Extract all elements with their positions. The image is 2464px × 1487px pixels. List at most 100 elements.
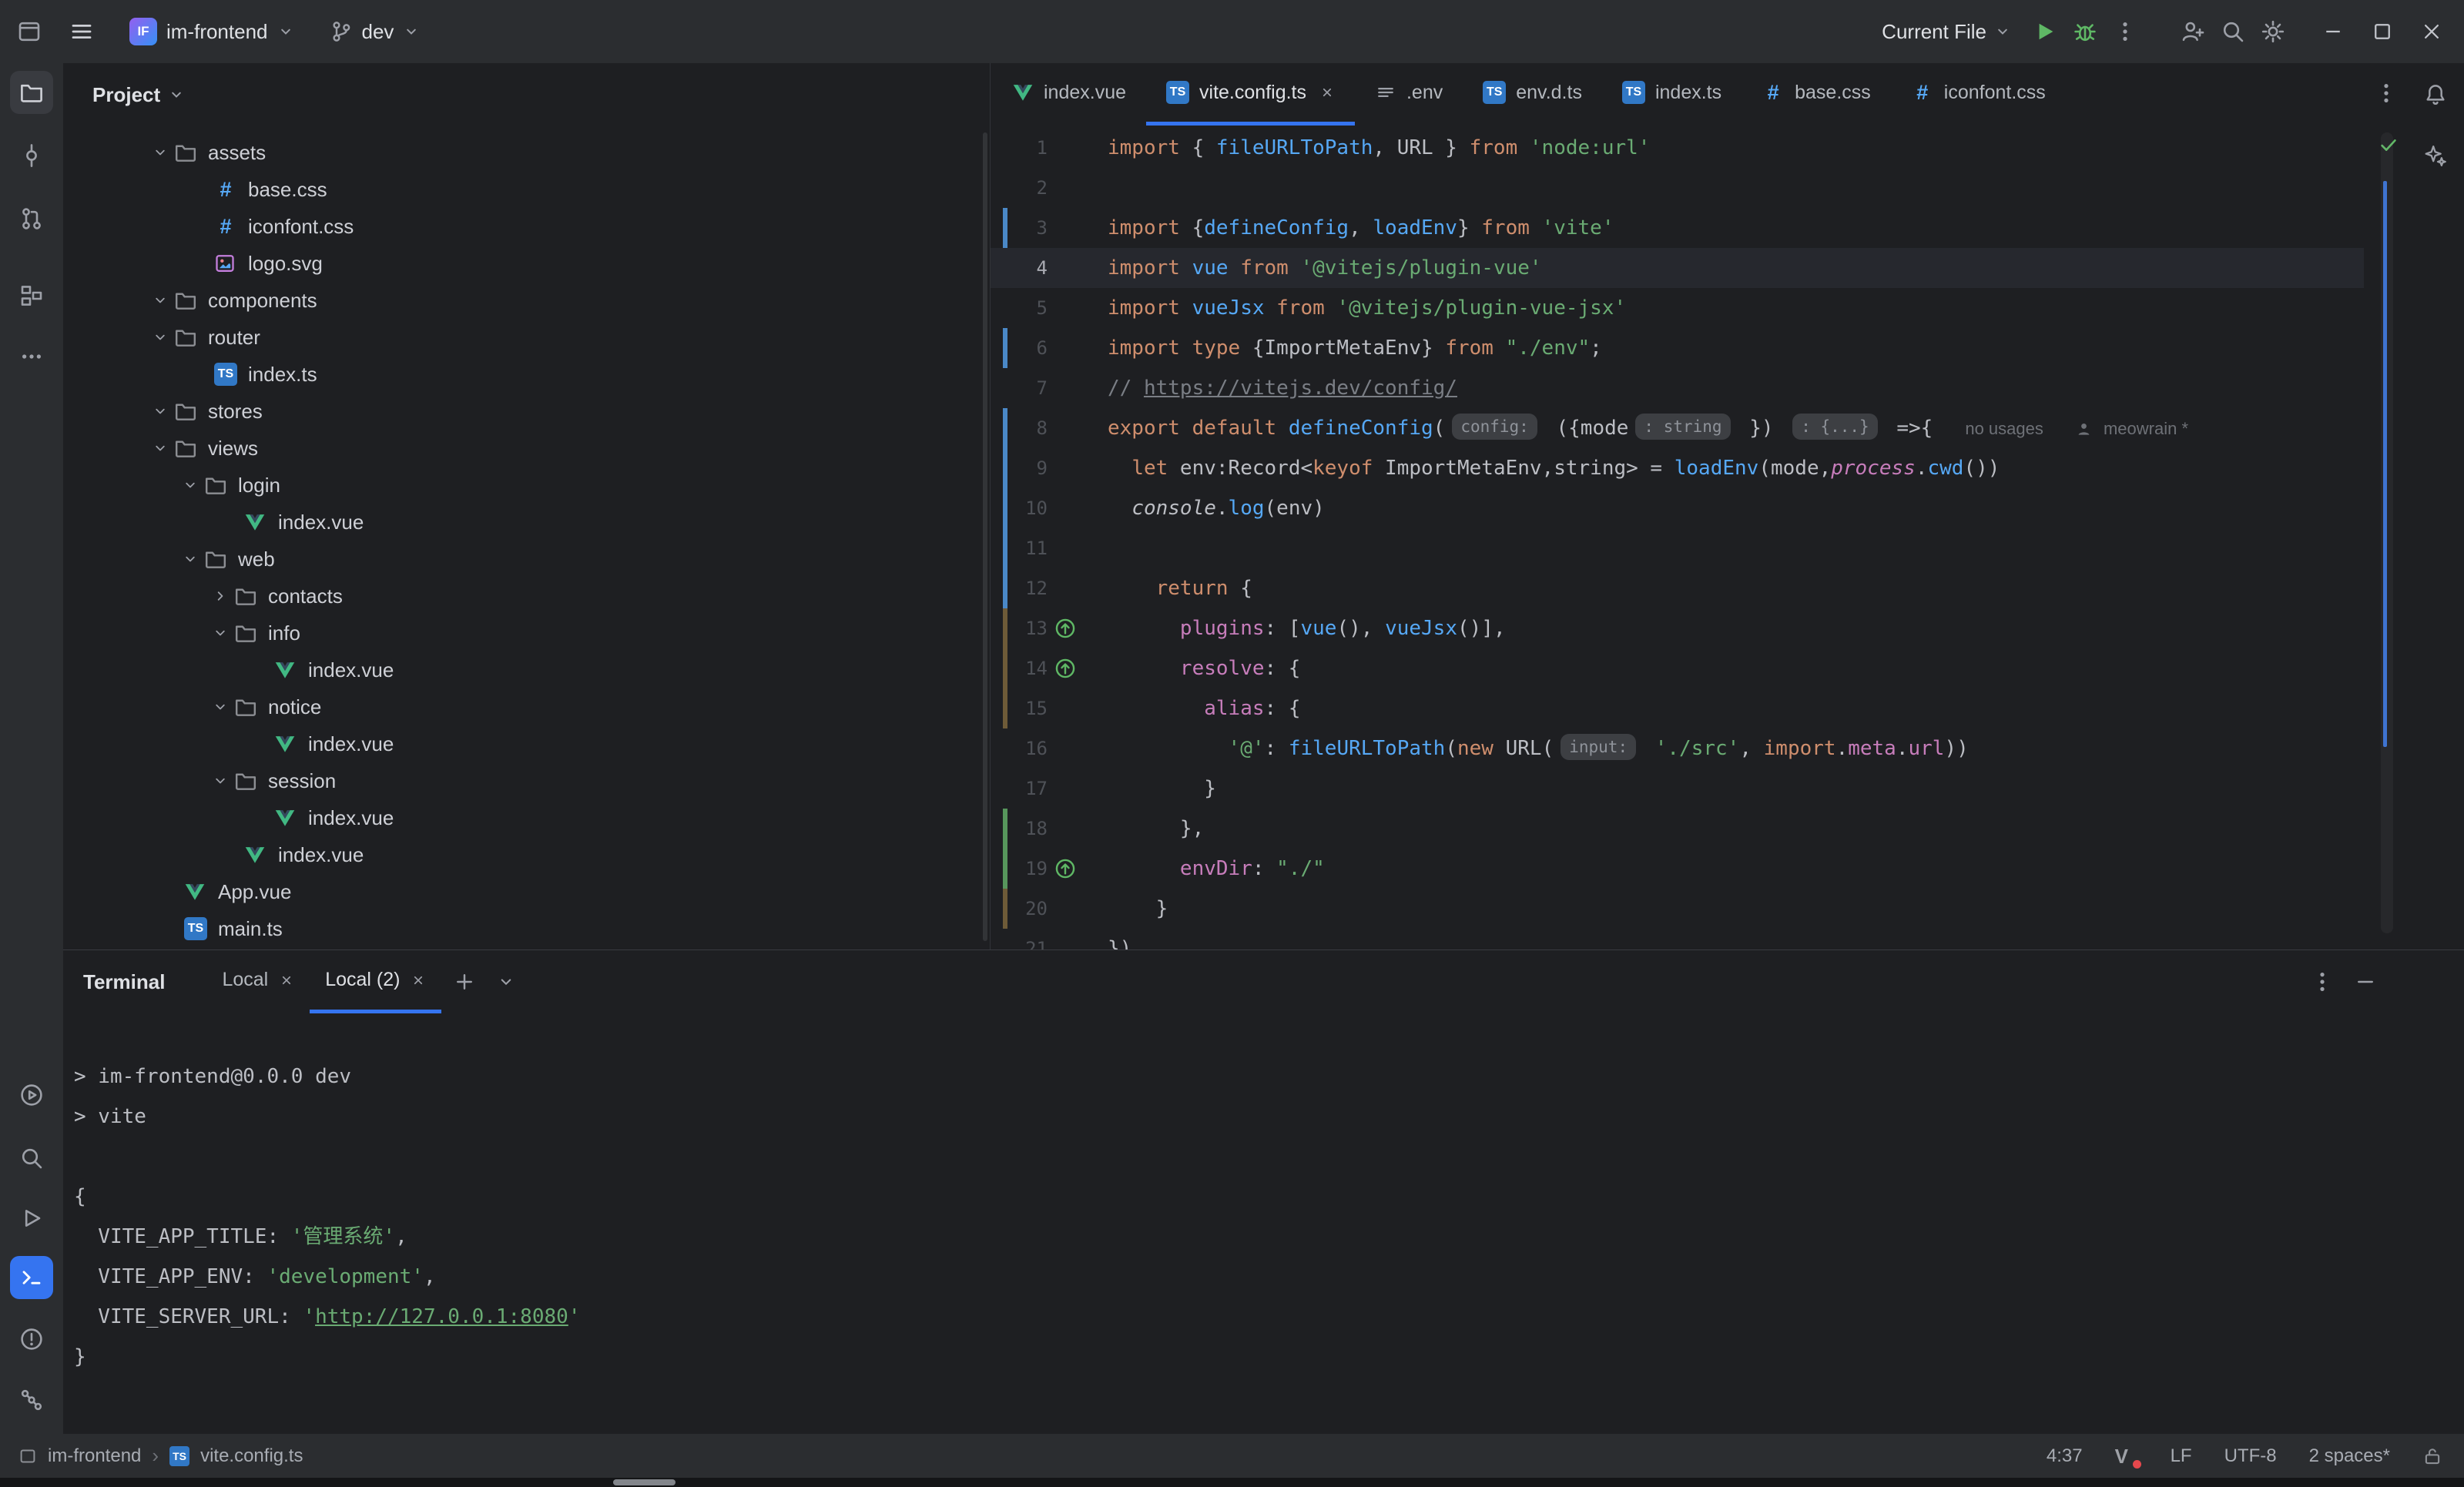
tree-item-logo-svg[interactable]: logo.svg bbox=[63, 245, 982, 282]
project-widget[interactable]: IF im-frontend bbox=[122, 13, 302, 50]
tree-item-views[interactable]: views bbox=[63, 430, 982, 467]
chevron-down-icon[interactable] bbox=[146, 393, 174, 430]
tree-item-index-vue[interactable]: index.vue bbox=[63, 504, 982, 541]
tree-item-index-ts[interactable]: TSindex.ts bbox=[63, 356, 982, 393]
tree-item-contacts[interactable]: contacts bbox=[63, 578, 982, 615]
debug-button[interactable] bbox=[2065, 12, 2105, 52]
code-vision-usages[interactable]: no usages bbox=[1965, 419, 2043, 438]
gutter-icon-slot[interactable] bbox=[1048, 849, 1083, 889]
tab-list-more-button[interactable] bbox=[2375, 82, 2398, 105]
code-line-1[interactable]: 1import { fileURLToPath, URL } from 'nod… bbox=[991, 128, 2364, 168]
chevron-down-icon[interactable] bbox=[206, 615, 234, 651]
chevron-down-icon[interactable] bbox=[206, 762, 234, 799]
code-line-7[interactable]: 7// https://vitejs.dev/config/ bbox=[991, 368, 2364, 408]
chevron-right-icon[interactable] bbox=[206, 578, 234, 615]
tree-item-router[interactable]: router bbox=[63, 319, 982, 356]
line-number[interactable]: 14 bbox=[1007, 648, 1048, 688]
new-session-button[interactable] bbox=[446, 963, 483, 1000]
tree-item-web[interactable]: web bbox=[63, 541, 982, 578]
line-number[interactable]: 16 bbox=[1007, 728, 1048, 769]
line-number[interactable]: 2 bbox=[1007, 168, 1048, 208]
tool-structure-button[interactable] bbox=[10, 274, 53, 317]
tree-item-notice[interactable]: notice bbox=[63, 688, 982, 725]
gutter-icon-slot[interactable] bbox=[1048, 648, 1083, 688]
tree-item-index-vue[interactable]: index.vue bbox=[63, 725, 982, 762]
run-configuration-selector[interactable]: Current File bbox=[1882, 20, 2011, 44]
code-line-21[interactable]: 21}) bbox=[991, 929, 2364, 949]
code-line-6[interactable]: 6import type {ImportMetaEnv} from "./env… bbox=[991, 328, 2364, 368]
terminal-tab-local-2-[interactable]: Local (2) bbox=[310, 950, 441, 1013]
code-line-18[interactable]: 18 }, bbox=[991, 809, 2364, 849]
minimize-button[interactable] bbox=[2308, 10, 2358, 53]
vue-service-status-icon[interactable]: V bbox=[2115, 1443, 2138, 1469]
breadcrumb-project[interactable]: im-frontend bbox=[48, 1445, 141, 1467]
notifications-button[interactable] bbox=[2424, 83, 2447, 106]
line-number[interactable]: 15 bbox=[1007, 688, 1048, 728]
code-line-10[interactable]: 10 console.log(env) bbox=[991, 488, 2364, 528]
terminal-tab-local[interactable]: Local bbox=[206, 950, 310, 1013]
line-separator-widget[interactable]: LF bbox=[2171, 1445, 2192, 1467]
terminal-link[interactable]: http://127.0.0.1:8080 bbox=[315, 1305, 568, 1328]
readonly-toggle[interactable] bbox=[2422, 1446, 2442, 1466]
code-line-15[interactable]: 15 alias: { bbox=[991, 688, 2364, 728]
tool-version-control-button[interactable] bbox=[10, 1378, 53, 1422]
editor-scrollbar-changes[interactable] bbox=[2383, 181, 2387, 747]
line-number[interactable]: 13 bbox=[1007, 608, 1048, 648]
tree-item-index-vue[interactable]: index.vue bbox=[63, 836, 982, 873]
breadcrumb-file[interactable]: vite.config.ts bbox=[200, 1445, 303, 1467]
tool-find-button[interactable] bbox=[10, 1137, 53, 1180]
line-number[interactable]: 3 bbox=[1007, 208, 1048, 248]
line-number[interactable]: 7 bbox=[1007, 368, 1048, 408]
vcs-branch-widget[interactable]: dev bbox=[322, 15, 428, 49]
tab-base-css[interactable]: #base.css bbox=[1742, 63, 1891, 126]
code-line-9[interactable]: 9 let env:Record<keyof ImportMetaEnv,str… bbox=[991, 448, 2364, 488]
chevron-down-icon[interactable] bbox=[176, 467, 204, 504]
tree-item-iconfont-css[interactable]: #iconfont.css bbox=[63, 208, 982, 245]
line-number[interactable]: 11 bbox=[1007, 528, 1048, 568]
code-line-13[interactable]: 13 plugins: [vue(), vueJsx()], bbox=[991, 608, 2364, 648]
tree-item-index-vue[interactable]: index.vue bbox=[63, 799, 982, 836]
terminal-options-button[interactable] bbox=[2304, 963, 2341, 1000]
project-panel-header[interactable]: Project bbox=[63, 63, 990, 126]
tree-item-index-vue[interactable]: index.vue bbox=[63, 651, 982, 688]
tool-services-button[interactable] bbox=[10, 1073, 53, 1117]
line-number[interactable]: 19 bbox=[1007, 849, 1048, 889]
tree-item-components[interactable]: components bbox=[63, 282, 982, 319]
tool-project-button[interactable] bbox=[10, 71, 53, 114]
line-number[interactable]: 9 bbox=[1007, 448, 1048, 488]
tab-vite-config-ts[interactable]: TSvite.config.ts bbox=[1146, 63, 1355, 126]
tab-iconfont-css[interactable]: #iconfont.css bbox=[1891, 63, 2066, 126]
tree-item-App-vue[interactable]: App.vue bbox=[63, 873, 982, 910]
tree-item-info[interactable]: info bbox=[63, 615, 982, 651]
code-line-16[interactable]: 16 '@': fileURLToPath(new URL(input: './… bbox=[991, 728, 2364, 769]
run-button[interactable] bbox=[2025, 12, 2065, 52]
line-number[interactable]: 4 bbox=[1007, 248, 1048, 288]
tree-item-session[interactable]: session bbox=[63, 762, 982, 799]
gutter-icon-slot[interactable] bbox=[1048, 608, 1083, 648]
code-line-19[interactable]: 19 envDir: "./" bbox=[991, 849, 2364, 889]
line-number[interactable]: 12 bbox=[1007, 568, 1048, 608]
tool-problems-button[interactable] bbox=[10, 1318, 53, 1361]
code-line-4[interactable]: 4import vue from '@vitejs/plugin-vue' bbox=[991, 248, 2364, 288]
close-button[interactable] bbox=[2407, 10, 2456, 53]
project-tree-scrollbar[interactable] bbox=[983, 132, 987, 941]
line-number[interactable]: 6 bbox=[1007, 328, 1048, 368]
indent-widget[interactable]: 2 spaces* bbox=[2309, 1445, 2390, 1467]
chevron-down-icon[interactable] bbox=[206, 688, 234, 725]
code-line-11[interactable]: 11 bbox=[991, 528, 2364, 568]
tab--env[interactable]: .env bbox=[1355, 63, 1463, 126]
tree-item-assets[interactable]: assets bbox=[63, 134, 982, 171]
tab-index-ts[interactable]: TSindex.ts bbox=[1602, 63, 1742, 126]
tool-more-button[interactable] bbox=[10, 335, 53, 378]
tab-index-vue[interactable]: index.vue bbox=[992, 63, 1146, 126]
tree-item-base-css[interactable]: #base.css bbox=[63, 171, 982, 208]
settings-button[interactable] bbox=[2253, 12, 2293, 52]
code-line-3[interactable]: 3import {defineConfig, loadEnv} from 'vi… bbox=[991, 208, 2364, 248]
caret-position[interactable]: 4:37 bbox=[2047, 1445, 2083, 1467]
ai-assistant-button[interactable] bbox=[2424, 143, 2447, 166]
code-line-12[interactable]: 12 return { bbox=[991, 568, 2364, 608]
terminal-tab-close-button[interactable] bbox=[411, 973, 426, 988]
line-number[interactable]: 5 bbox=[1007, 288, 1048, 328]
terminal-tab-close-button[interactable] bbox=[279, 973, 294, 988]
tree-item-stores[interactable]: stores bbox=[63, 393, 982, 430]
